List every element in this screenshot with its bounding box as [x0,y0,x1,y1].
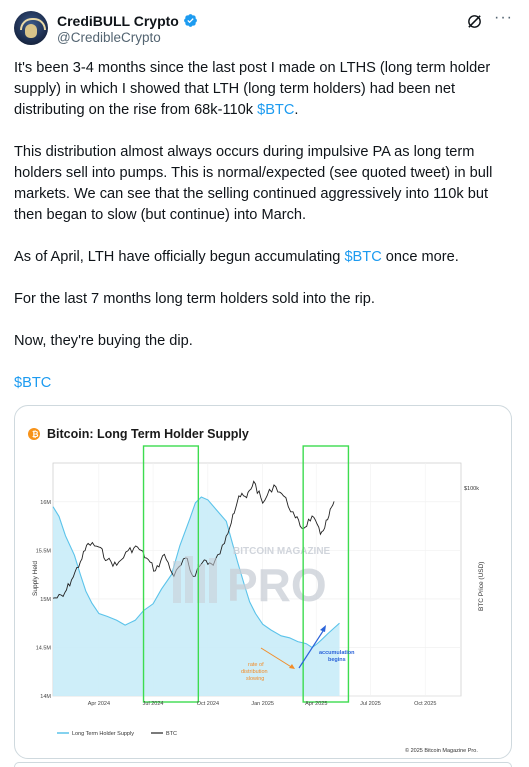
paragraph-text: . [294,102,299,118]
chart-title: Bitcoin: Long Term Holder Supply [47,427,249,441]
x-tick-label: Jul 2024 [143,701,164,707]
legend-label-supply: Long Term Holder Supply [72,731,134,737]
more-icon[interactable]: ··· [494,9,513,27]
ltholder-chart: ₿ Bitcoin: Long Term Holder Supply BITCO… [28,427,485,754]
post-text: It's been 3-4 months since the last post… [14,58,514,415]
x-tick-label: Apr 2024 [88,701,110,707]
grok-icon[interactable] [466,13,483,30]
chart-image-card[interactable]: ₿ Bitcoin: Long Term Holder Supply BITCO… [14,405,512,759]
x-tick-label: Oct 2024 [197,701,219,707]
x-tick-label: Jan 2025 [251,701,274,707]
svg-text:₿: ₿ [32,430,39,439]
y-tick-label: 14M [40,694,51,700]
y-axis-label: Supply Held [32,561,39,596]
watermark-top: BITCOIN MAGAZINE [233,546,331,557]
watermark-main: PRO [227,559,327,611]
post-paragraph: $BTC [14,373,514,394]
x-tick-label: Jul 2025 [360,701,381,707]
legend-label-btc: BTC [166,731,177,737]
cashtag-link[interactable]: $BTC [344,249,381,265]
y-axis-ticks: 14M 14.5M 15M 15.5M 16M [36,500,52,700]
author-name[interactable]: CrediBULL Crypto [57,13,179,29]
x-tick-label: Apr 2025 [305,701,327,707]
paragraph-text: It's been 3-4 months since the last post… [14,60,491,118]
post-paragraph: This distribution almost always occurs d… [14,142,514,226]
paragraph-text: For the last 7 months long term holders … [14,291,375,307]
author-name-row: CrediBULL Crypto [57,12,198,29]
chart-copyright: © 2025 Bitcoin Magazine Pro. [405,747,478,754]
y2-axis-label: BTC Price (USD) [478,562,485,611]
y2-tick-label: $100k [464,486,479,492]
paragraph-text: As of April, LTH have officially begun a… [14,249,345,265]
y-tick-label: 15.5M [36,548,52,554]
y-tick-label: 16M [40,500,51,506]
x-axis-ticks: Apr 2024 Jul 2024 Oct 2024 Jan 2025 Apr 2025… [88,701,437,707]
paragraph-text: Now, they're buying the dip. [14,333,193,349]
cashtag-link[interactable]: $BTC [14,375,51,391]
paragraph-text: once more. [381,249,459,265]
post-paragraph: For the last 7 months long term holders … [14,289,514,310]
post-paragraph: Now, they're buying the dip. [14,331,514,352]
y-tick-label: 14.5M [36,645,52,651]
post-header: CrediBULL Crypto @CredibleCrypto ··· [14,9,515,47]
post-paragraph: As of April, LTH have officially begun a… [14,247,514,268]
author-avatar[interactable] [14,11,48,45]
paragraph-text: This distribution almost always occurs d… [14,144,493,223]
y-tick-label: 15M [40,597,51,603]
bull-face [25,24,37,38]
cashtag-link[interactable]: $BTC [257,102,294,118]
verified-badge-icon [183,14,197,27]
x-tick-label: Oct 2025 [414,701,436,707]
next-card-edge [14,762,512,767]
post-paragraph: It's been 3-4 months since the last post… [14,58,514,121]
author-handle[interactable]: @CredibleCrypto [57,30,161,45]
